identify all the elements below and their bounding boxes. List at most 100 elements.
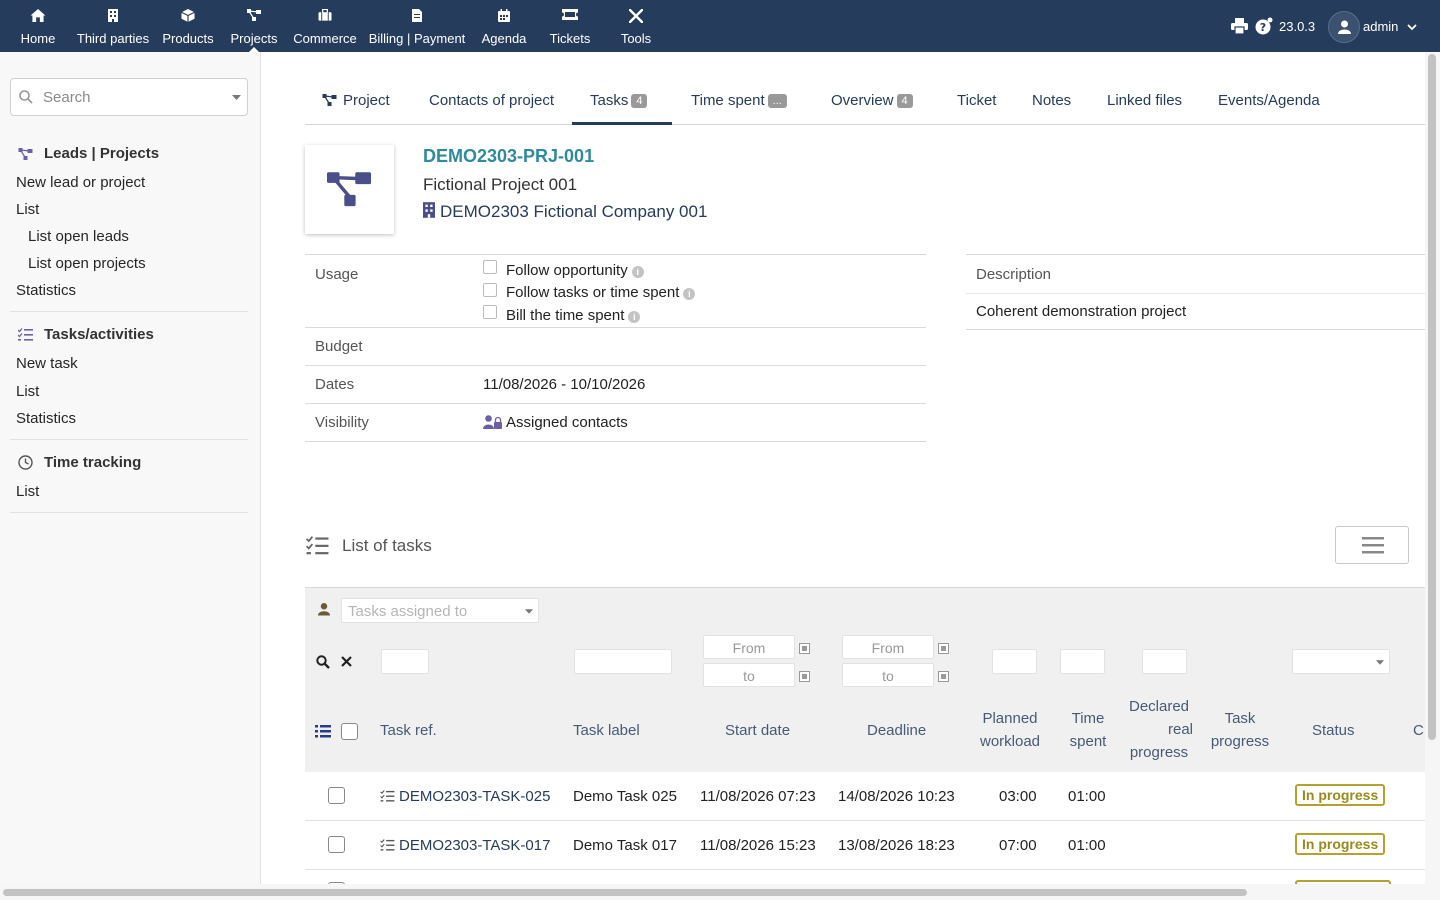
task-label: Demo Task 017 xyxy=(573,837,677,854)
sidebar-divider xyxy=(10,311,248,312)
filter-placeholder: to xyxy=(882,668,894,684)
tab-overview[interactable]: Overview 4 xyxy=(831,78,913,124)
print-icon[interactable] xyxy=(1231,18,1248,34)
column-header-task-label[interactable]: Task label xyxy=(573,719,640,742)
sidebar-section-title: Leads | Projects xyxy=(44,145,160,162)
task-ref-link[interactable]: DEMO2303-TASK-017 xyxy=(380,837,550,854)
clear-filter-icon[interactable] xyxy=(341,656,352,667)
column-header-planned-workload[interactable]: Planned workload xyxy=(975,707,1045,753)
column-header-task-progress[interactable]: Task progress xyxy=(1203,707,1277,753)
nav-tools[interactable]: Tools xyxy=(614,0,658,52)
column-header-declared-progress[interactable]: Declared real progress xyxy=(1119,695,1199,764)
sidebar-link-list-open-leads[interactable]: List open leads xyxy=(28,228,129,245)
calendar-icon[interactable] xyxy=(799,671,810,682)
nav-third-parties[interactable]: Third parties xyxy=(74,0,152,52)
sidebar-link-statistics[interactable]: Statistics xyxy=(16,282,76,299)
row-checkbox[interactable] xyxy=(328,836,345,853)
sidebar-section-title: Tasks/activities xyxy=(44,326,154,343)
scrollbar-thumb[interactable] xyxy=(1428,54,1436,740)
column-header-status[interactable]: Status xyxy=(1312,719,1355,742)
info-icon[interactable]: i xyxy=(631,266,644,278)
calendar-icon[interactable] xyxy=(799,643,810,654)
column-header-time-spent[interactable]: Time spent xyxy=(1055,707,1121,753)
help-icon[interactable]: ? xyxy=(1255,17,1273,35)
company-name: DEMO2303 Fictional Company 001 xyxy=(440,202,708,221)
sidebar-link-list-open-projects[interactable]: List open projects xyxy=(28,255,146,272)
filter-start-to[interactable]: to xyxy=(703,663,795,687)
filter-task-ref[interactable] xyxy=(381,649,429,674)
bill-time-checkbox[interactable] xyxy=(483,305,497,319)
header-line: Task xyxy=(1224,710,1256,727)
svg-text:?: ? xyxy=(1260,21,1266,34)
filter-time-spent[interactable] xyxy=(1060,649,1105,674)
follow-opportunity-checkbox[interactable] xyxy=(483,260,497,274)
nav-projects[interactable]: Projects xyxy=(226,0,282,52)
divider xyxy=(966,293,1426,294)
list-icon[interactable] xyxy=(315,725,331,738)
select-all-checkbox[interactable] xyxy=(341,723,358,740)
tasks-icon xyxy=(380,790,395,802)
column-header-task-ref[interactable]: Task ref. xyxy=(380,719,437,742)
project-ref[interactable]: DEMO2303-PRJ-001 xyxy=(423,146,594,167)
column-header-start-date[interactable]: Start date xyxy=(725,719,790,742)
filter-start-from[interactable]: From xyxy=(703,635,795,659)
sidebar-link-new-lead-project[interactable]: New lead or project xyxy=(16,174,145,191)
tab-contacts[interactable]: Contacts of project xyxy=(429,78,554,124)
info-icon[interactable]: i xyxy=(628,311,641,323)
task-ref-link[interactable]: DEMO2303-TASK-025 xyxy=(380,788,550,805)
row-checkbox[interactable] xyxy=(328,787,345,804)
building-icon xyxy=(108,9,118,22)
scrollbar-thumb[interactable] xyxy=(3,889,1247,896)
column-header-extra[interactable]: C xyxy=(1413,719,1424,742)
tab-tasks[interactable]: Tasks 4 xyxy=(572,78,672,125)
nav-commerce[interactable]: Commerce xyxy=(290,0,360,52)
tab-ticket[interactable]: Ticket xyxy=(957,78,996,124)
table-row[interactable]: DEMO2303-TASK-025 Demo Task 025 11/08/20… xyxy=(305,772,1425,821)
filter-deadline-to[interactable]: to xyxy=(842,663,934,687)
tasks-assigned-select[interactable]: Tasks assigned to xyxy=(341,598,539,623)
filter-planned-workload[interactable] xyxy=(992,649,1037,674)
search-icon[interactable] xyxy=(316,655,330,669)
column-header-deadline[interactable]: Deadline xyxy=(867,719,926,742)
follow-tasks-checkbox[interactable] xyxy=(483,283,497,297)
user-menu[interactable]: admin xyxy=(1327,10,1423,44)
filter-task-label[interactable] xyxy=(574,649,672,674)
dropdown-arrow-icon[interactable] xyxy=(232,95,241,100)
filter-declared-progress[interactable] xyxy=(1142,649,1187,674)
nav-billing-payment[interactable]: Billing | Payment xyxy=(366,0,468,52)
tab-events-agenda[interactable]: Events/Agenda xyxy=(1218,78,1320,124)
project-tree-icon xyxy=(18,148,33,160)
dropdown-arrow-icon xyxy=(1376,660,1384,665)
sidebar-link-task-statistics[interactable]: Statistics xyxy=(16,410,76,427)
table-row[interactable]: DEMO2303-TASK-017 Demo Task 017 11/08/20… xyxy=(305,821,1425,870)
sidebar-link-task-list[interactable]: List xyxy=(16,383,39,400)
nav-tickets[interactable]: Tickets xyxy=(544,0,596,52)
tab-project[interactable]: Project xyxy=(322,78,390,124)
filter-deadline-from[interactable]: From xyxy=(842,635,934,659)
field-label: Budget xyxy=(315,338,363,355)
tasks-icon xyxy=(18,328,33,341)
sidebar-link-time-list[interactable]: List xyxy=(16,483,39,500)
table-row-partial[interactable] xyxy=(305,870,1425,884)
info-icon[interactable]: i xyxy=(683,288,696,300)
vertical-scrollbar[interactable] xyxy=(1425,52,1440,900)
tab-notes[interactable]: Notes xyxy=(1032,78,1071,124)
filter-status-select[interactable] xyxy=(1292,649,1390,674)
calendar-icon[interactable] xyxy=(938,671,949,682)
nav-products[interactable]: Products xyxy=(160,0,216,52)
sidebar-link-new-task[interactable]: New task xyxy=(16,355,78,372)
nav-agenda[interactable]: Agenda xyxy=(478,0,530,52)
tab-linked-files[interactable]: Linked files xyxy=(1107,78,1182,124)
field-label: Dates xyxy=(315,376,355,393)
tab-time-spent[interactable]: Time spent... xyxy=(691,78,787,124)
nav-home[interactable]: Home xyxy=(14,0,62,52)
calendar-icon[interactable] xyxy=(938,643,949,654)
field-label: Visibility xyxy=(315,414,369,431)
sidebar-link-list[interactable]: List xyxy=(16,201,39,218)
sidebar-search[interactable] xyxy=(10,78,248,116)
project-company-link[interactable]: DEMO2303 Fictional Company 001 xyxy=(423,202,707,222)
list-menu-button[interactable] xyxy=(1335,526,1409,564)
field-row-usage: Usage Follow opportunity i Follow tasks o… xyxy=(305,254,926,328)
horizontal-scrollbar[interactable] xyxy=(0,884,1425,900)
search-input[interactable] xyxy=(41,85,221,109)
